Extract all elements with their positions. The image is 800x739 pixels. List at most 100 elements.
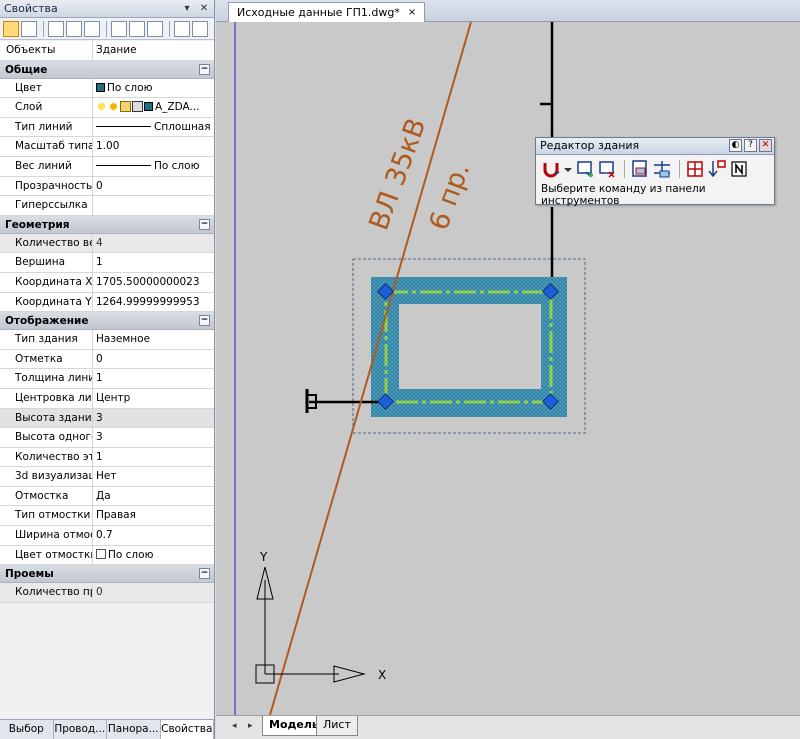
property-value[interactable]: 0.7 [93,526,214,545]
add-selection-icon[interactable] [3,20,19,37]
property-row[interactable]: Тип здания Наземное [0,330,214,350]
property-row[interactable]: Высота здания 3 [0,408,214,429]
property-value[interactable]: 1264.99999999953 [93,293,214,312]
property-value[interactable]: 1 [93,369,214,388]
property-value[interactable]: A_ZDA... [93,98,214,117]
property-row[interactable]: Слой A_ZDA... [0,98,214,118]
property-row[interactable]: Тип линий Сплошная [0,117,214,138]
property-value[interactable]: Да [93,487,214,506]
document-tab[interactable]: Исходные данные ГП1.dwg* × [228,2,426,22]
property-value[interactable]: Сплошная [93,118,214,137]
property-row[interactable]: Отметка 0 [0,349,214,370]
section-general[interactable]: Общие − [0,60,214,79]
property-row[interactable]: Количество эт... 1 [0,447,214,468]
property-key: Количество эт... [0,447,93,467]
property-row[interactable]: Координата X 1705.50000000023 [0,272,214,293]
property-row[interactable]: Центровка лини... Центр [0,388,214,409]
objects-row[interactable]: Объекты Здание [0,41,214,61]
nav-left-arrow[interactable]: ◂ [232,721,237,731]
palette-options-icon[interactable]: ▾ [180,2,194,16]
property-key: Отметка [0,349,93,369]
tab-layout[interactable]: Лист [316,716,358,736]
quick-select-icon[interactable] [84,20,100,37]
property-row[interactable]: Толщина линии 1 [0,369,214,389]
property-value[interactable]: 1 [93,448,214,467]
nav-right-arrow[interactable]: ▸ [248,721,253,731]
property-value[interactable]: 0 [93,350,214,369]
section-geometry[interactable]: Геометрия − [0,215,214,234]
close-icon[interactable]: ✕ [759,139,772,152]
property-row[interactable]: Отмостка Да [0,486,214,507]
collapse-icon[interactable]: − [199,315,210,327]
property-value[interactable]: 3 [93,409,214,428]
tab-properties[interactable]: Свойства [160,720,214,739]
select-objects-icon[interactable] [48,20,64,37]
add-vertex-button[interactable] [575,159,595,179]
property-key: Количество пр... [0,583,93,602]
property-value[interactable]: Нет [93,467,214,486]
pickadd-icon[interactable] [21,20,37,37]
remove-vertex-button[interactable] [597,159,617,179]
property-value[interactable] [93,196,214,215]
collapse-icon[interactable]: − [199,568,210,580]
property-value[interactable]: 1705.50000000023 [93,273,214,292]
palette-close-icon[interactable]: ✕ [197,2,211,16]
building-editor-title-bar[interactable]: Редактор здания ◐ ? ✕ [536,138,774,155]
grid-snap-button[interactable] [685,159,705,179]
tab-explorer[interactable]: Провод... [54,720,107,739]
split-segment-button[interactable] [652,159,672,179]
collapse-icon[interactable]: − [199,63,210,75]
close-tab-icon[interactable]: × [408,4,416,22]
layer-on-icon [96,101,107,113]
property-value[interactable]: По слою [93,546,214,565]
property-row[interactable]: Прозрачность 0 [0,176,214,197]
color-checkbox[interactable] [96,548,106,559]
palette-title: Свойства [4,2,58,15]
property-row[interactable]: Цвет По слою [0,78,214,99]
section-openings[interactable]: Проемы − [0,565,214,584]
collapse-icon[interactable]: − [199,218,210,230]
select-similar-icon[interactable] [66,20,82,37]
property-key: Гиперссылка [0,196,93,215]
property-row[interactable]: Тип отмостки Правая [0,506,214,527]
property-row[interactable]: Ширина отмос... 0.7 [0,526,214,546]
drawing-svg[interactable]: ВЛ 35кВ 6 пр. Y X [216,21,800,716]
property-value[interactable]: 3 [93,428,214,447]
property-value[interactable]: Центр [93,389,214,408]
export-properties-icon[interactable] [147,20,163,37]
dropdown-arrow-icon[interactable] [563,159,573,179]
property-value[interactable]: 1 [93,253,214,272]
property-row[interactable]: Вершина 1 [0,253,214,273]
model-space-canvas[interactable]: ВЛ 35кВ 6 пр. Y X [216,21,800,716]
property-value[interactable]: 1.00 [93,137,214,156]
property-row[interactable]: Цвет отмостки По слою [0,545,214,566]
copy-segment-button[interactable] [630,159,650,179]
property-value[interactable]: По слою [93,157,214,176]
add-vertex-icon [577,161,593,178]
copy-properties-icon[interactable] [111,20,127,37]
tab-select[interactable]: Выбор [0,720,54,739]
tab-panorama[interactable]: Панора... [107,720,161,739]
objects-selector[interactable]: Здание [93,41,214,60]
north-button[interactable] [729,159,749,179]
select-mode-icon[interactable] [174,20,190,37]
property-row[interactable]: Вес линий По слою [0,156,214,177]
property-row[interactable]: 3d визуализация Нет [0,467,214,487]
edit-mode-button[interactable] [541,159,561,179]
move-point-button[interactable] [707,159,727,179]
help-icon[interactable]: ? [744,139,757,152]
property-row[interactable]: Масштаб типа ... 1.00 [0,137,214,157]
property-row[interactable]: Высота одного... 3 [0,428,214,448]
property-row[interactable]: Координата Y 1264.99999999953 [0,292,214,313]
paste-properties-icon[interactable] [129,20,145,37]
section-title: Отображение [5,315,89,328]
section-display[interactable]: Отображение − [0,312,214,331]
property-value[interactable]: Наземное [93,330,214,349]
property-row[interactable]: Гиперссылка [0,196,214,216]
property-value[interactable]: 0 [93,177,214,196]
settings-icon[interactable]: ◐ [729,139,742,152]
toolbar-separator [624,160,625,178]
property-value[interactable]: По слою [93,79,214,98]
toggle-pickadd-icon[interactable] [192,20,208,37]
property-value[interactable]: Правая [93,506,214,525]
